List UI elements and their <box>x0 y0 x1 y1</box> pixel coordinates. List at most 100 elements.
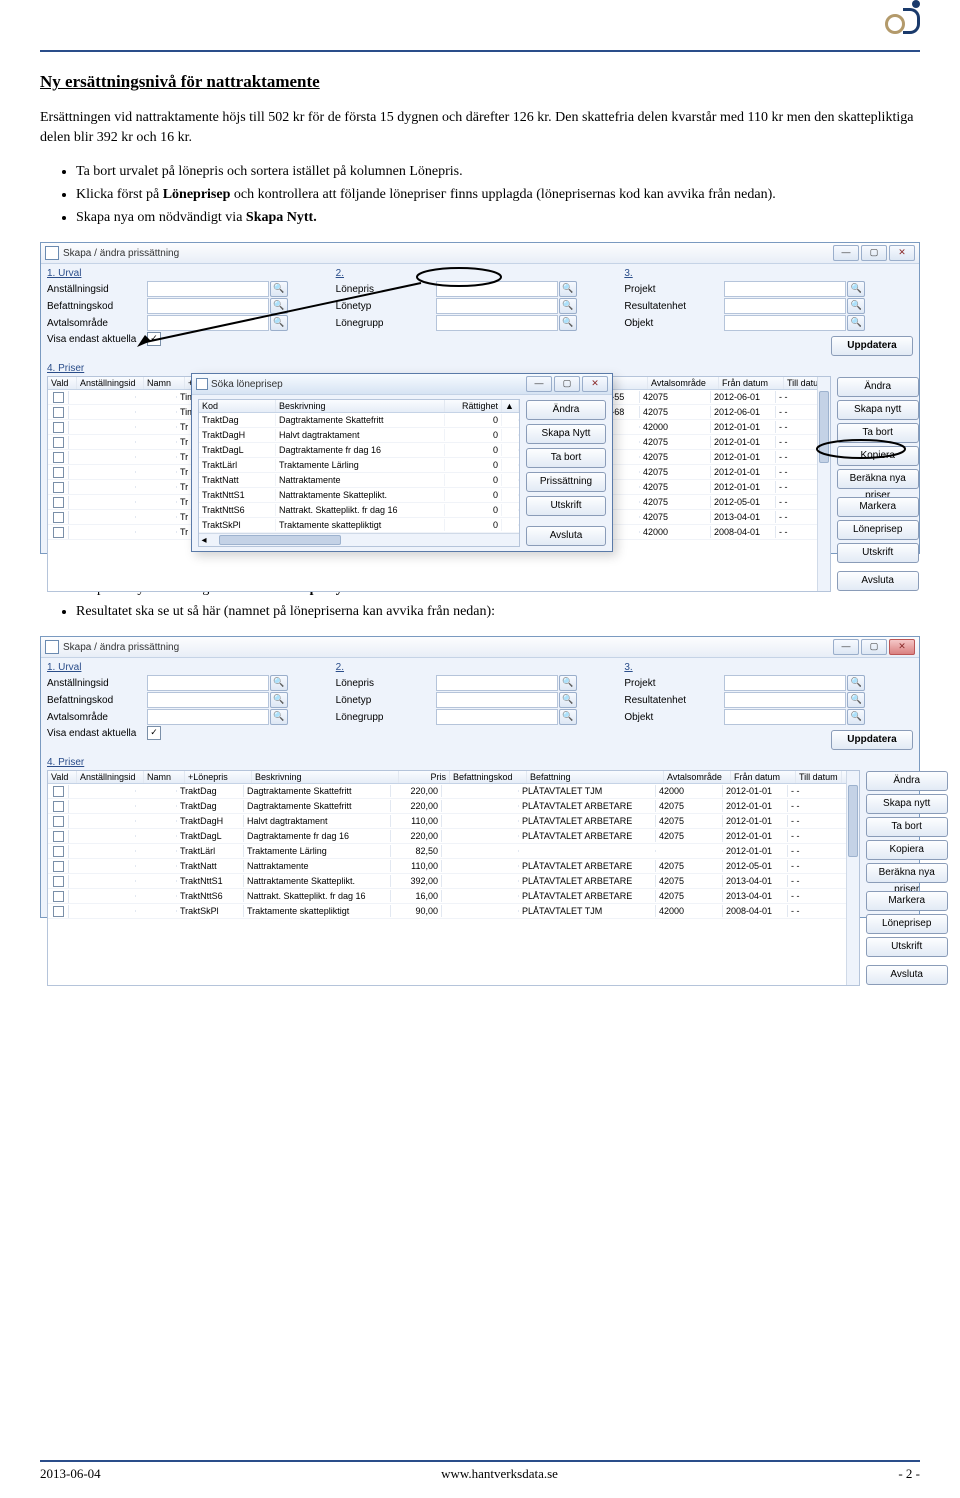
beräkna-nya-priser-button[interactable]: Beräkna nya priser <box>837 469 919 489</box>
skapa-nytt-button[interactable]: Skapa Nytt <box>526 424 606 444</box>
utskrift-button[interactable]: Utskrift <box>866 937 948 957</box>
close-button[interactable]: ✕ <box>582 376 608 392</box>
ändra-button[interactable]: Ändra <box>837 377 919 397</box>
lookup-button[interactable]: 🔍 <box>270 281 288 297</box>
table-row[interactable]: TraktDagLDagtraktamente fr dag 160 <box>199 443 519 458</box>
row-checkbox[interactable] <box>53 392 64 403</box>
skapa-nytt-button[interactable]: Skapa nytt <box>866 794 948 814</box>
table-row[interactable]: TraktDagDagtraktamente Skattefritt220,00… <box>48 799 859 814</box>
lookup-button[interactable]: 🔍 <box>559 709 577 725</box>
horizontal-scrollbar[interactable]: ◂ <box>199 533 519 546</box>
row-checkbox[interactable] <box>53 906 64 917</box>
lonepris-input[interactable] <box>436 675 558 691</box>
kopiera-button[interactable]: Kopiera <box>837 446 919 466</box>
ändra-button[interactable]: Ändra <box>526 400 606 420</box>
resultatenhet-input[interactable] <box>724 692 846 708</box>
maximize-button[interactable]: ▢ <box>554 376 580 392</box>
table-row[interactable]: TraktDagDagtraktamente Skattefritt220,00… <box>48 784 859 799</box>
ändra-button[interactable]: Ändra <box>866 771 948 791</box>
lookup-button[interactable]: 🔍 <box>559 315 577 331</box>
table-row[interactable]: TraktLärlTraktamente Lärling82,502012-01… <box>48 844 859 859</box>
vertical-scrollbar[interactable] <box>817 377 830 591</box>
row-checkbox[interactable] <box>53 801 64 812</box>
löneprisер-button[interactable]: Löneprisер <box>837 520 919 540</box>
row-checkbox[interactable] <box>53 891 64 902</box>
lookup-button[interactable]: 🔍 <box>270 298 288 314</box>
table-row[interactable]: TraktNttS6Nattrakt. Skatteplikt. fr dag … <box>199 503 519 518</box>
utskrift-button[interactable]: Utskrift <box>526 496 606 516</box>
row-checkbox[interactable] <box>53 861 64 872</box>
table-row[interactable]: TraktNttS1Nattraktamente Skatteplikt.392… <box>48 874 859 889</box>
lonetyp-input[interactable] <box>436 692 558 708</box>
projekt-input[interactable] <box>724 675 846 691</box>
lonegrupp-input[interactable] <box>436 315 558 331</box>
row-checkbox[interactable] <box>53 497 64 508</box>
avtalsomrade-input[interactable] <box>147 709 269 725</box>
anstallningsid-input[interactable] <box>147 675 269 691</box>
row-checkbox[interactable] <box>53 512 64 523</box>
table-row[interactable]: TraktSkPlTraktamente skattepliktigt90,00… <box>48 904 859 919</box>
lookup-button[interactable]: 🔍 <box>559 675 577 691</box>
close-button[interactable]: ✕ <box>889 245 915 261</box>
objekt-input[interactable] <box>724 315 846 331</box>
objekt-input[interactable] <box>724 709 846 725</box>
row-checkbox[interactable] <box>53 407 64 418</box>
lookup-button[interactable]: 🔍 <box>559 281 577 297</box>
minimize-button[interactable]: — <box>833 639 859 655</box>
lonepris-input[interactable] <box>436 281 558 297</box>
projekt-input[interactable] <box>724 281 846 297</box>
lookup-button[interactable]: 🔍 <box>847 675 865 691</box>
löneprisер-button[interactable]: Löneprisер <box>866 914 948 934</box>
markera-button[interactable]: Markera <box>866 891 948 911</box>
row-checkbox[interactable] <box>53 786 64 797</box>
kopiera-button[interactable]: Kopiera <box>866 840 948 860</box>
row-checkbox[interactable] <box>53 846 64 857</box>
lonetyp-input[interactable] <box>436 298 558 314</box>
lookup-button[interactable]: 🔍 <box>270 675 288 691</box>
anstallningsid-input[interactable] <box>147 281 269 297</box>
table-row[interactable]: TraktDagDagtraktamente Skattefritt0 <box>199 413 519 428</box>
table-row[interactable]: TraktNttS6Nattrakt. Skatteplikt. fr dag … <box>48 889 859 904</box>
beräkna-nya-priser-button[interactable]: Beräkna nya priser <box>866 863 948 883</box>
table-row[interactable]: TraktNattNattraktamente0 <box>199 473 519 488</box>
markera-button[interactable]: Markera <box>837 497 919 517</box>
maximize-button[interactable]: ▢ <box>861 639 887 655</box>
avsluta-button[interactable]: Avsluta <box>526 526 606 546</box>
visa-aktuella-checkbox[interactable]: ✓ <box>147 332 161 346</box>
skapa-nytt-button[interactable]: Skapa nytt <box>837 400 919 420</box>
vertical-scrollbar[interactable] <box>846 771 859 985</box>
minimize-button[interactable]: — <box>526 376 552 392</box>
lonegrupp-input[interactable] <box>436 709 558 725</box>
lookup-button[interactable]: 🔍 <box>559 692 577 708</box>
minimize-button[interactable]: — <box>833 245 859 261</box>
row-checkbox[interactable] <box>53 482 64 493</box>
uppdatera-button[interactable]: Uppdatera <box>831 336 913 356</box>
ta-bort-button[interactable]: Ta bort <box>866 817 948 837</box>
resultatenhet-input[interactable] <box>724 298 846 314</box>
row-checkbox[interactable] <box>53 831 64 842</box>
lookup-button[interactable]: 🔍 <box>270 709 288 725</box>
ta-bort-button[interactable]: Ta bort <box>526 448 606 468</box>
lookup-button[interactable]: 🔍 <box>270 315 288 331</box>
row-checkbox[interactable] <box>53 527 64 538</box>
avtalsomrade-input[interactable] <box>147 315 269 331</box>
utskrift-button[interactable]: Utskrift <box>837 543 919 563</box>
row-checkbox[interactable] <box>53 467 64 478</box>
row-checkbox[interactable] <box>53 876 64 887</box>
row-checkbox[interactable] <box>53 422 64 433</box>
table-row[interactable]: TraktLärlTraktamente Lärling0 <box>199 458 519 473</box>
maximize-button[interactable]: ▢ <box>861 245 887 261</box>
row-checkbox[interactable] <box>53 452 64 463</box>
lookup-button[interactable]: 🔍 <box>847 315 865 331</box>
table-row[interactable]: TraktDagHHalvt dagtraktament110,00PLÅTAV… <box>48 814 859 829</box>
lookup-button[interactable]: 🔍 <box>847 298 865 314</box>
lookup-button[interactable]: 🔍 <box>559 298 577 314</box>
table-row[interactable]: TraktDagLDagtraktamente fr dag 16220,00P… <box>48 829 859 844</box>
row-checkbox[interactable] <box>53 816 64 827</box>
avsluta-button[interactable]: Avsluta <box>837 571 919 591</box>
lookup-button[interactable]: 🔍 <box>847 281 865 297</box>
ta-bort-button[interactable]: Ta bort <box>837 423 919 443</box>
avsluta-button[interactable]: Avsluta <box>866 965 948 985</box>
befattningskod-input[interactable] <box>147 298 269 314</box>
table-row[interactable]: TraktNattNattraktamente110,00PLÅTAVTALET… <box>48 859 859 874</box>
